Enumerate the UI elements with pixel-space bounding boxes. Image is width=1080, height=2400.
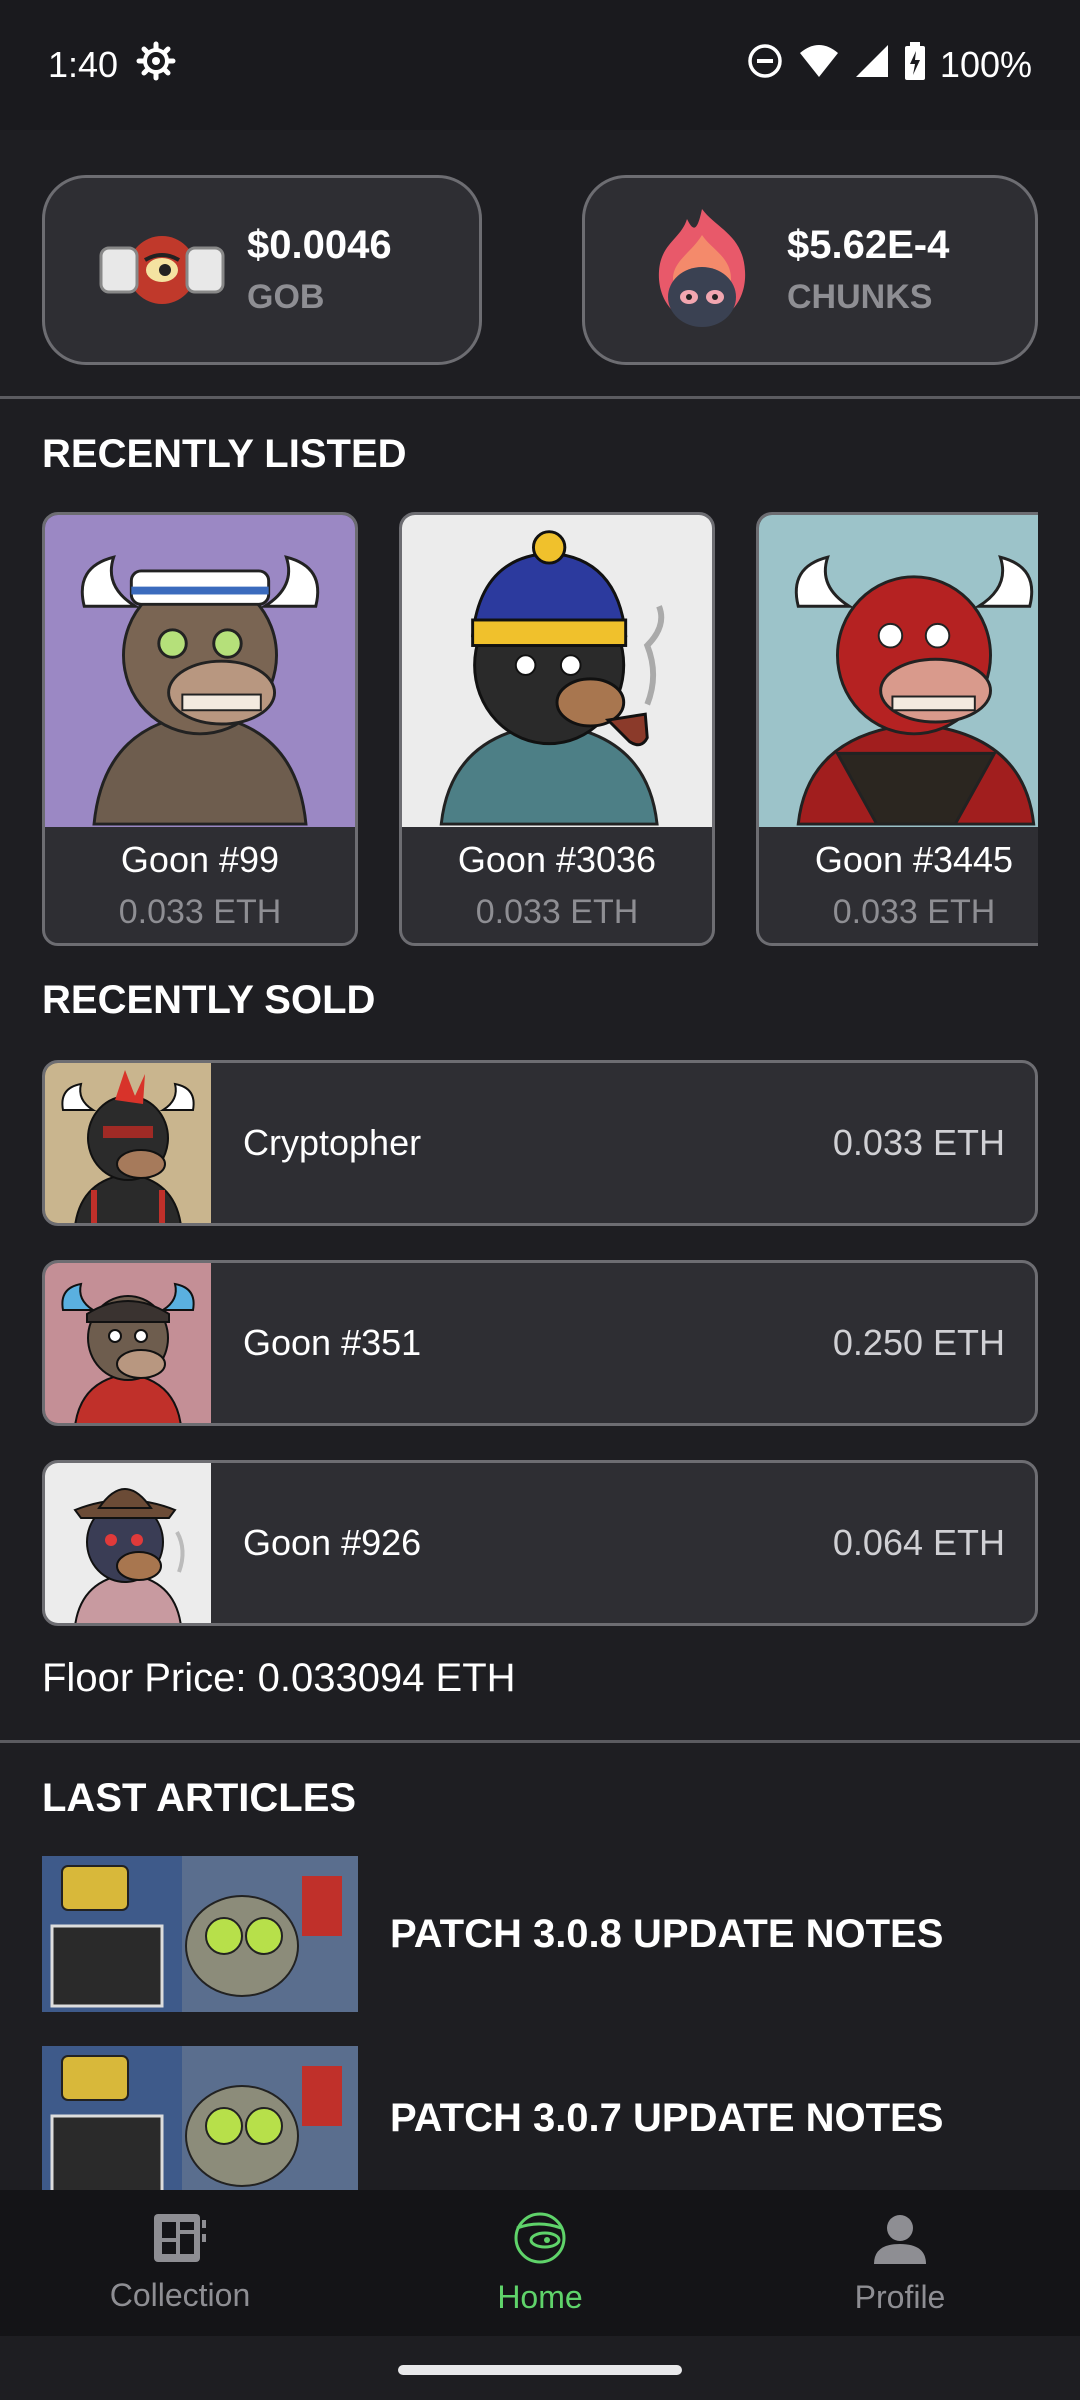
sold-name: Goon #351 (243, 1322, 422, 1363)
recently-sold-title: RECENTLY SOLD (42, 978, 376, 1022)
listed-price: 0.033 ETH (475, 893, 639, 931)
listed-price: 0.033 ETH (118, 893, 282, 931)
home-gesture-bar[interactable] (398, 2365, 682, 2375)
listed-name: Goon #99 (120, 839, 280, 880)
listed-card[interactable]: Goon #99 0.033 ETH (42, 512, 358, 946)
article-item[interactable]: PATCH 3.0.8 UPDATE NOTES (42, 1856, 1038, 2012)
collection-icon (152, 2212, 208, 2269)
sold-price: 0.064 ETH (832, 1522, 1005, 1563)
divider (0, 396, 1080, 399)
goon-thumbnail (45, 1463, 211, 1623)
listed-price: 0.033 ETH (832, 893, 996, 931)
gob-label: GOB (247, 278, 325, 316)
recently-listed-title: RECENTLY LISTED (42, 432, 407, 476)
listed-name: Goon #3445 (814, 839, 1014, 880)
bottom-navigation: Collection Home Profile (0, 2190, 1080, 2336)
article-thumbnail (42, 2046, 358, 2190)
wifi-icon (798, 43, 840, 88)
sold-item[interactable]: Goon #926 0.064 ETH (42, 1460, 1038, 1626)
status-bar: 1:40 100% (0, 0, 1080, 130)
battery-charging-icon (904, 41, 926, 89)
do-not-disturb-icon (746, 42, 784, 89)
goon-thumbnail (45, 1063, 211, 1223)
nav-home[interactable]: Home (360, 2190, 720, 2336)
recently-listed-carousel[interactable]: Goon #99 0.033 ETH Goon #3036 0.033 ETH (42, 512, 1038, 946)
home-goblin-icon (509, 2210, 571, 2271)
nav-home-label: Home (497, 2279, 583, 2315)
gear-icon (136, 41, 176, 90)
divider (0, 1740, 1080, 1743)
token-price-section: $0.0046 GOB $5.62E-4 CHUNKS (0, 130, 1080, 398)
chunks-label: CHUNKS (787, 278, 933, 316)
goon-image (45, 515, 355, 827)
article-title: PATCH 3.0.8 UPDATE NOTES (390, 1911, 944, 1956)
token-card-gob[interactable]: $0.0046 GOB (42, 175, 482, 365)
article-title: PATCH 3.0.7 UPDATE NOTES (390, 2095, 944, 2140)
sold-price: 0.250 ETH (832, 1322, 1005, 1363)
goon-thumbnail (45, 1263, 211, 1423)
sold-name: Cryptopher (243, 1122, 422, 1163)
battery-percent: 100% (939, 44, 1032, 85)
nav-collection[interactable]: Collection (0, 2190, 360, 2336)
sold-item[interactable]: Goon #351 0.250 ETH (42, 1260, 1038, 1426)
article-item[interactable]: PATCH 3.0.7 UPDATE NOTES (42, 2046, 1038, 2190)
floor-price: Floor Price: 0.033094 ETH (42, 1656, 516, 1700)
status-time: 1:40 (48, 44, 119, 85)
gob-price: $0.0046 (247, 223, 392, 267)
sold-price: 0.033 ETH (832, 1122, 1005, 1163)
nav-profile-label: Profile (854, 2279, 946, 2315)
chunks-price: $5.62E-4 (787, 223, 950, 267)
signal-icon (854, 43, 890, 88)
gob-logo (97, 205, 227, 335)
listed-name: Goon #3036 (457, 839, 657, 880)
sold-item[interactable]: Cryptopher 0.033 ETH (42, 1060, 1038, 1226)
listed-card[interactable]: Goon #3445 0.033 ETH (756, 512, 1038, 946)
chunks-logo (637, 205, 767, 335)
article-thumbnail (42, 1856, 358, 2012)
nav-profile[interactable]: Profile (720, 2190, 1080, 2336)
profile-icon (872, 2210, 928, 2271)
sold-name: Goon #926 (243, 1522, 422, 1563)
goon-image (759, 515, 1038, 827)
token-card-chunks[interactable]: $5.62E-4 CHUNKS (582, 175, 1038, 365)
last-articles-title: LAST ARTICLES (42, 1776, 357, 1820)
goon-image (402, 515, 712, 827)
nav-collection-label: Collection (109, 2277, 251, 2313)
listed-card[interactable]: Goon #3036 0.033 ETH (399, 512, 715, 946)
